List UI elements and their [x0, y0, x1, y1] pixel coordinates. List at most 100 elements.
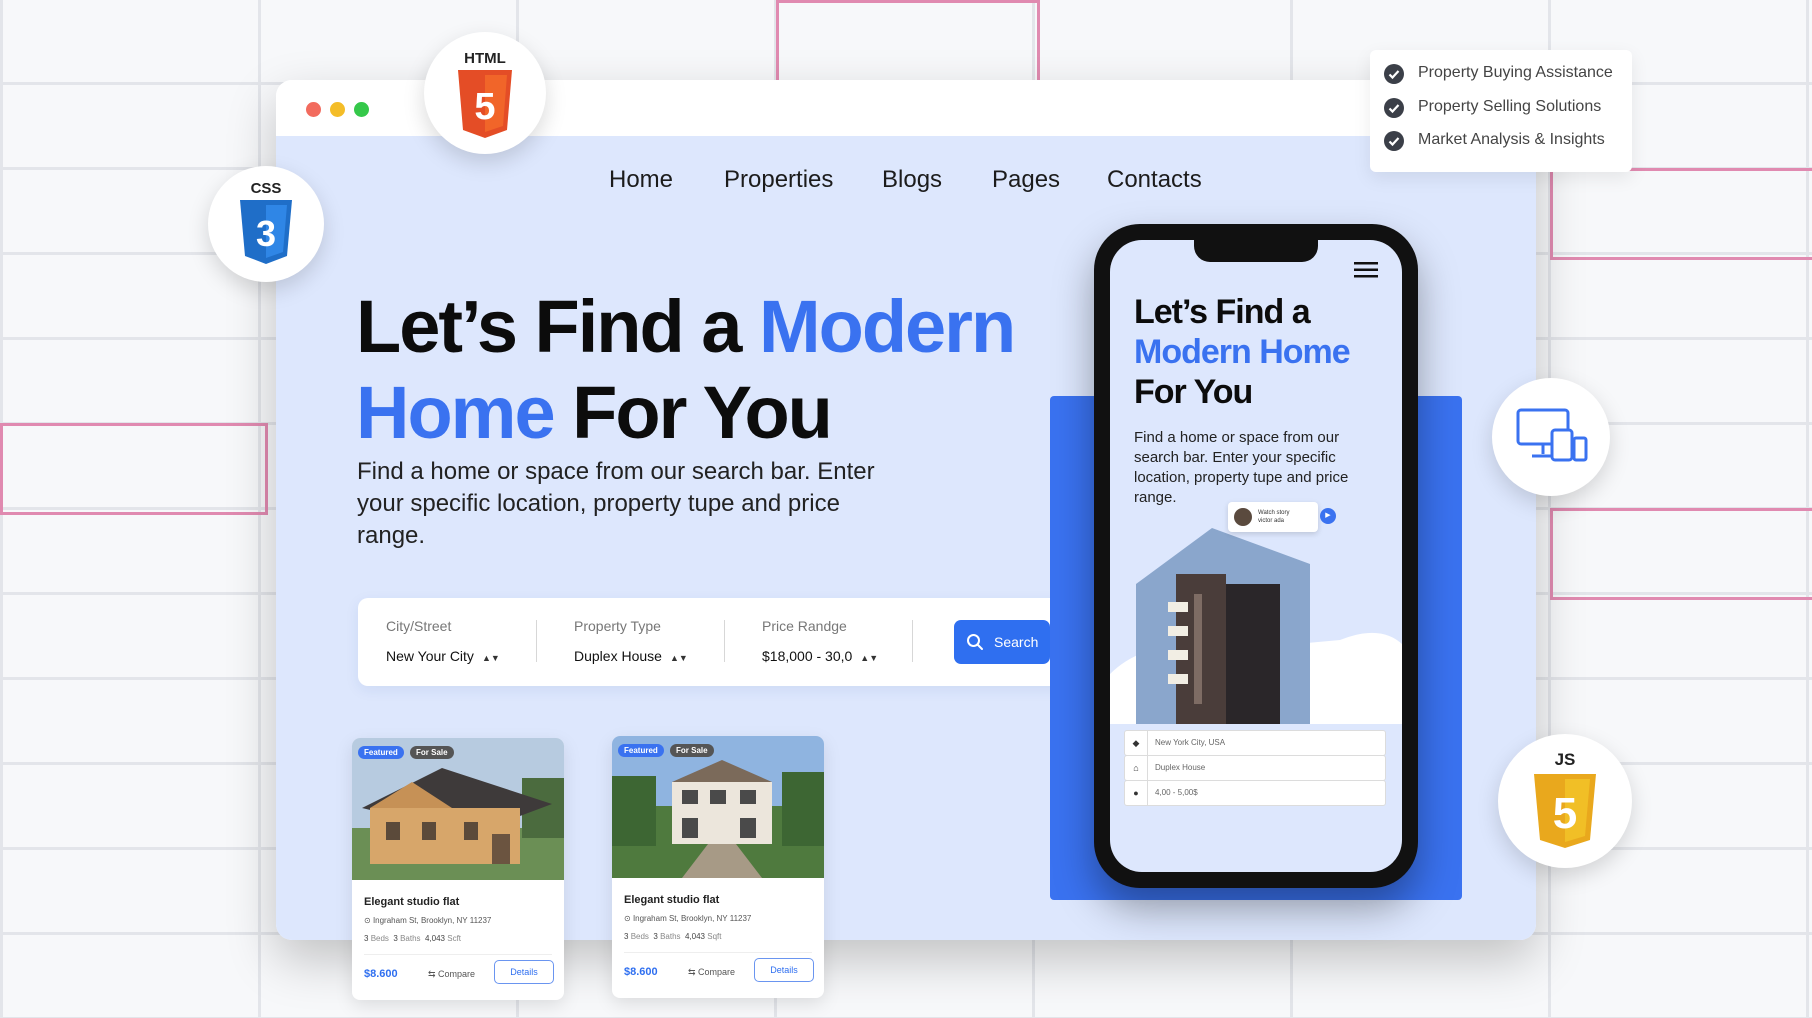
nav-item-home[interactable]: Home: [609, 166, 673, 194]
css3-number: 3: [256, 213, 276, 254]
decor-pink-box: [776, 0, 1040, 90]
checklist-item-label: Property Selling Solutions: [1418, 98, 1602, 115]
check-circle-icon: [1384, 98, 1404, 118]
css3-badge: CSS 3: [208, 166, 324, 282]
location-icon: ◆: [1125, 731, 1148, 755]
nav-item-pages[interactable]: Pages: [992, 166, 1060, 194]
hero-description: Find a home or space from our search bar…: [357, 458, 875, 549]
phone-field-value: New York City, USA: [1155, 738, 1226, 747]
field-value[interactable]: $18,000 - 30,0 ▲▼: [762, 648, 922, 664]
phone-title-highlight: Modern Home: [1134, 333, 1351, 371]
minimize-window-dot[interactable]: [330, 102, 345, 117]
play-icon[interactable]: ▶: [1320, 508, 1336, 524]
divider: [624, 952, 812, 953]
card-price: $8.600: [364, 968, 398, 980]
phone-field-value: Duplex House: [1155, 763, 1206, 772]
js-badge: JS 5: [1498, 734, 1632, 868]
phone-title-line: Let’s Find a: [1134, 293, 1311, 331]
phone-field-value: 4,00 - 5,00$: [1155, 788, 1198, 797]
location-pin-icon: ⊙: [364, 916, 373, 925]
search-button-label: Search: [994, 634, 1039, 650]
search-icon: [967, 634, 983, 650]
divider: [724, 620, 725, 662]
hero-title-text: For You: [553, 371, 833, 454]
city-street-field[interactable]: City/Street New Your City ▲▼: [386, 618, 546, 664]
nav-item-properties[interactable]: Properties: [724, 166, 833, 194]
avatar: [1234, 508, 1252, 526]
property-card[interactable]: Featured For Sale Elegant studio flat ⊙ …: [612, 736, 824, 998]
decor-pink-box: [1550, 168, 1812, 260]
js-shield-icon: 5: [1534, 774, 1596, 848]
compare-icon: ⇆: [428, 969, 439, 979]
featured-badge: Featured: [358, 746, 404, 759]
css3-shield-icon: 3: [240, 200, 292, 264]
search-bar: City/Street New Your City ▲▼ Property Typ…: [358, 598, 1080, 686]
checklist-item-label: Market Analysis & Insights: [1418, 131, 1605, 148]
html-label: HTML: [464, 50, 506, 67]
money-bag-icon: ●: [1125, 781, 1148, 805]
close-window-dot[interactable]: [306, 102, 321, 117]
services-checklist: Property Buying Assistance Property Sell…: [1370, 50, 1632, 172]
property-card[interactable]: Featured For Sale Elegant studio flat ⊙ …: [352, 738, 564, 1000]
search-button[interactable]: Search: [954, 620, 1050, 664]
property-photo-cabin: [352, 738, 564, 880]
details-button[interactable]: Details: [494, 960, 554, 984]
hero-title: Let’s Find a Modern Home For You: [356, 284, 1036, 456]
hero-title-highlight: Modern: [758, 285, 1016, 368]
field-label: City/Street: [386, 618, 452, 634]
html5-badge: HTML 5: [424, 32, 546, 154]
phone-location-field[interactable]: ◆ New York City, USA: [1124, 730, 1386, 756]
phone-mockup: Let’s Find a Modern Home For You Find a …: [1094, 224, 1418, 888]
field-label: Property Type: [574, 618, 661, 634]
home-icon: ⌂: [1125, 756, 1148, 780]
story-text: Watch story victor ada: [1258, 510, 1290, 524]
hamburger-menu-icon[interactable]: [1354, 262, 1378, 278]
watch-story-chip[interactable]: Watch story victor ada ▶: [1228, 502, 1336, 532]
phone-hero-title: Let’s Find a Modern Home For You: [1134, 292, 1351, 412]
card-meta: 3 Beds 3 Baths 4,043 Sqft: [624, 932, 722, 941]
phone-title-line: For You: [1134, 373, 1253, 411]
phone-hero-description: Find a home or space from our search bar…: [1134, 429, 1349, 506]
checklist-item-label: Property Buying Assistance: [1418, 64, 1613, 81]
field-label: Price Randge: [762, 618, 847, 634]
field-value[interactable]: Duplex House ▲▼: [574, 648, 734, 664]
building-image: [1110, 528, 1402, 724]
price-range-field[interactable]: Price Randge $18,000 - 30,0 ▲▼: [762, 618, 922, 664]
card-title: Elegant studio flat: [364, 896, 460, 908]
location-pin-icon: ⊙: [624, 914, 633, 923]
js-label: JS: [1554, 750, 1576, 769]
details-button[interactable]: Details: [754, 958, 814, 982]
nav-item-contacts[interactable]: Contacts: [1107, 166, 1202, 194]
card-title: Elegant studio flat: [624, 894, 720, 906]
hero-title-text: Let’s Find a: [356, 285, 759, 368]
compare-icon: ⇆: [688, 967, 699, 977]
sort-arrows-icon: ▲▼: [669, 653, 688, 663]
card-meta: 3 Beds 3 Baths 4,043 Scft: [364, 934, 462, 943]
property-type-field[interactable]: Property Type Duplex House ▲▼: [574, 618, 734, 664]
sort-arrows-icon: ▲▼: [481, 653, 500, 663]
featured-badge: Featured: [618, 744, 664, 757]
field-value[interactable]: New Your City ▲▼: [386, 648, 546, 664]
html5-number: 5: [474, 86, 495, 128]
phone-screen: Let’s Find a Modern Home For You Find a …: [1110, 240, 1402, 872]
phone-type-field[interactable]: ⌂ Duplex House: [1124, 755, 1386, 781]
responsive-devices-icon: [1516, 408, 1588, 462]
divider: [364, 954, 552, 955]
divider: [912, 620, 913, 662]
compare-button[interactable]: ⇆ Compare: [688, 967, 735, 978]
maximize-window-dot[interactable]: [354, 102, 369, 117]
for-sale-badge: For Sale: [410, 746, 454, 759]
phone-price-field[interactable]: ● 4,00 - 5,00$: [1124, 780, 1386, 806]
nav-item-blogs[interactable]: Blogs: [882, 166, 942, 194]
card-address: ⊙ Ingraham St, Brooklyn, NY 11237: [624, 914, 752, 923]
card-address: ⊙ Ingraham St, Brooklyn, NY 11237: [364, 916, 492, 925]
check-circle-icon: [1384, 131, 1404, 151]
decor-pink-box: [0, 423, 268, 515]
for-sale-badge: For Sale: [670, 744, 714, 757]
divider: [536, 620, 537, 662]
js-number: 5: [1553, 789, 1577, 838]
decor-pink-box: [1550, 508, 1812, 600]
compare-button[interactable]: ⇆ Compare: [428, 969, 475, 980]
css-label: CSS: [250, 180, 282, 197]
property-photo-house: [612, 736, 824, 878]
